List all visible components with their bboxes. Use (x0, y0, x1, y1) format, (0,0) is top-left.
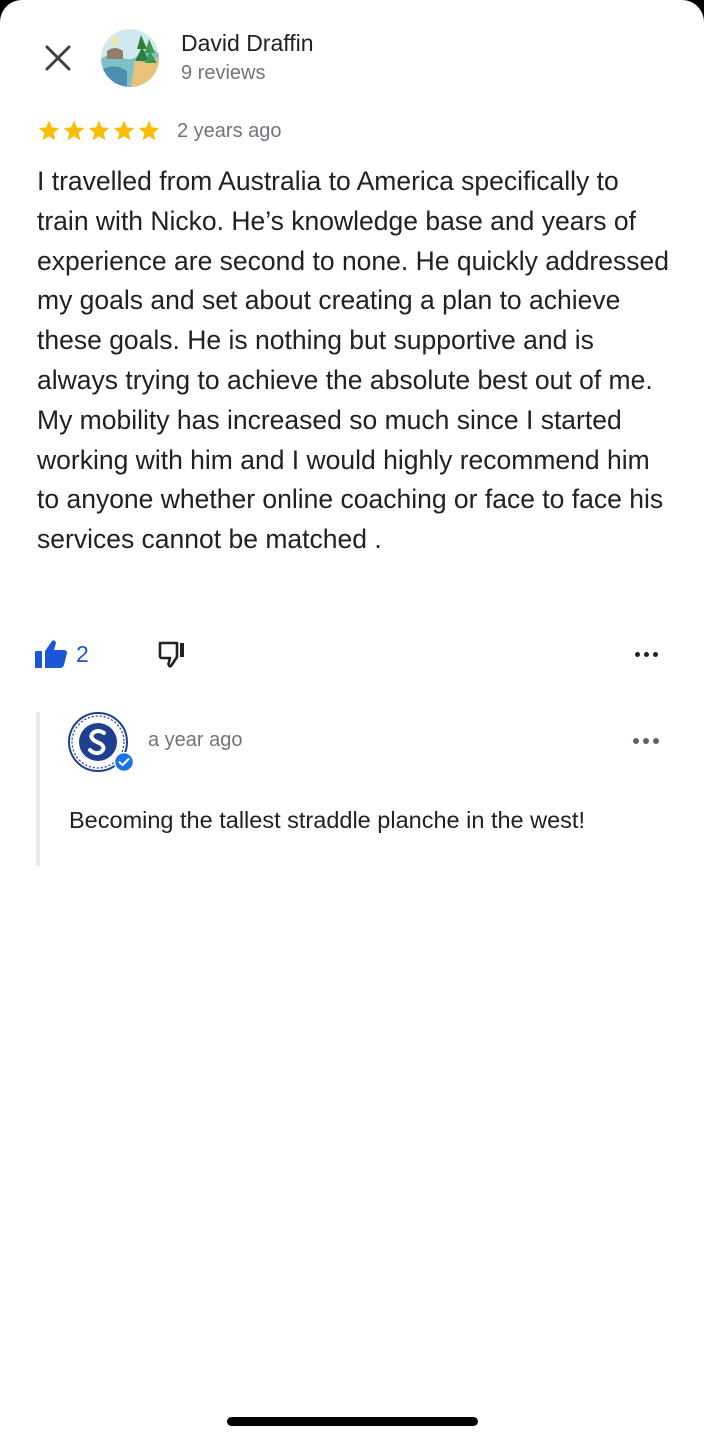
review-more-button[interactable] (626, 639, 666, 669)
more-dot (652, 651, 658, 657)
review-time: 2 years ago (177, 119, 282, 142)
review-text: I travelled from Australia to America sp… (37, 166, 669, 555)
author-avatar[interactable] (101, 29, 159, 87)
reply-divider (36, 712, 40, 866)
star-icon (38, 120, 60, 141)
star-icon (63, 120, 85, 141)
like-count: 2 (76, 640, 89, 667)
star-rating (37, 119, 161, 143)
more-dot (643, 651, 649, 657)
dislike-button[interactable] (154, 636, 190, 672)
star-icon (138, 120, 160, 141)
like-button[interactable]: 2 (34, 636, 89, 672)
star-icon (113, 120, 135, 141)
rating-row: 2 years ago (37, 117, 282, 145)
more-horiz-icon (634, 651, 640, 657)
reply-time: a year ago (148, 729, 243, 751)
thumbs-up-icon (35, 640, 67, 668)
home-indicator[interactable] (227, 1417, 478, 1426)
star-icon (88, 120, 110, 141)
verified-badge-icon (114, 752, 134, 772)
author-review-count: 9 reviews (181, 62, 266, 84)
reply-more-button[interactable] (626, 726, 666, 756)
more-dot (643, 738, 649, 744)
more-horiz-icon (633, 738, 639, 744)
close-icon (45, 45, 71, 71)
author-name[interactable]: David Draffin (181, 30, 314, 57)
owner-reply-text: Becoming the tallest straddle planche in… (69, 807, 585, 833)
more-dot (653, 738, 659, 744)
thumbs-down-icon (158, 641, 184, 668)
review-sheet: David Draffin 9 reviews 2 years ago I tr… (0, 0, 704, 1440)
landscape-avatar-icon (101, 29, 159, 87)
close-button[interactable] (36, 36, 80, 80)
